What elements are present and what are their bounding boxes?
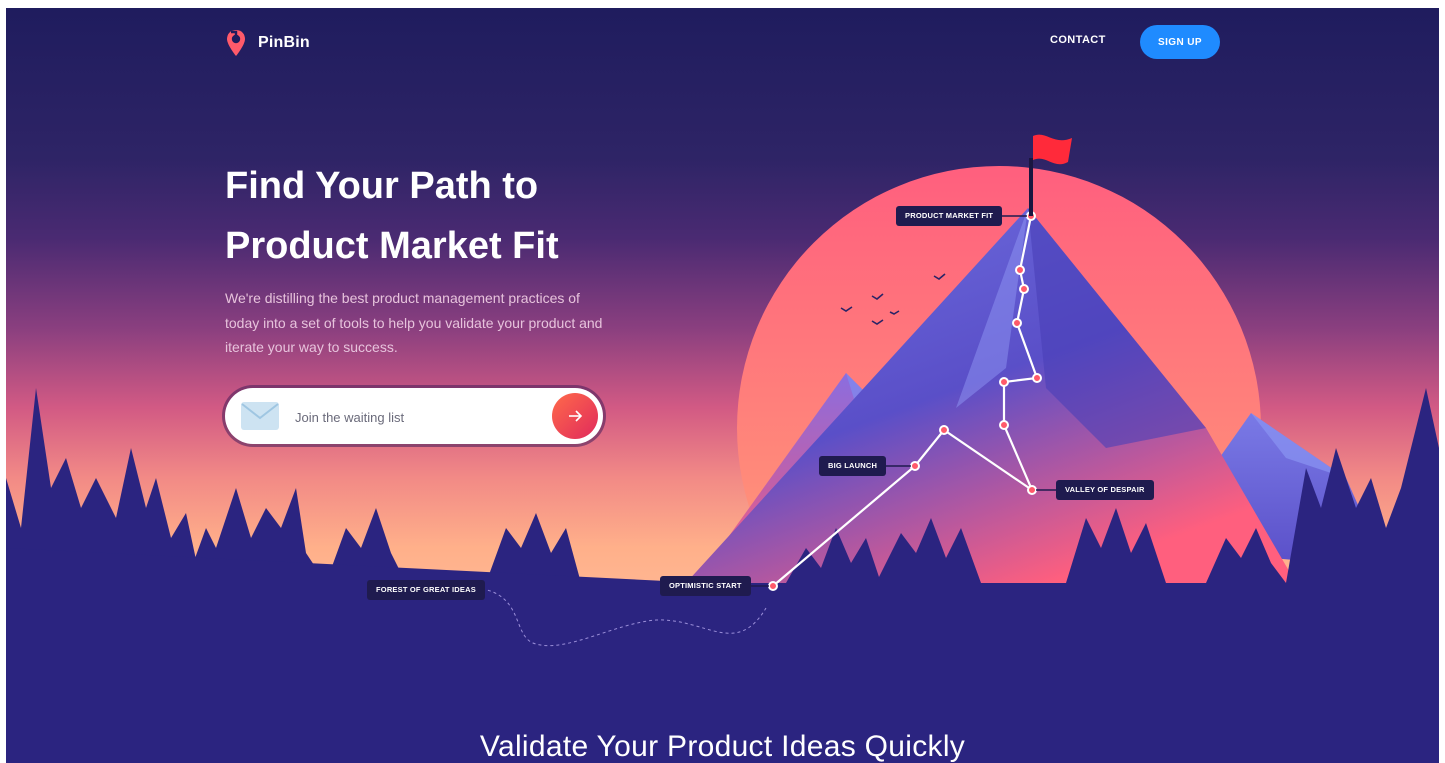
hero-title-line1: Find Your Path to (225, 165, 539, 207)
mountain-illustration (6, 134, 1439, 763)
brand-name: PinBin (258, 34, 310, 51)
mail-icon (241, 402, 279, 430)
label-valley-of-despair: VALLEY OF DESPAIR (1056, 480, 1154, 500)
signup-button[interactable]: SIGN UP (1140, 25, 1220, 59)
label-big-launch: BIG LAUNCH (819, 456, 887, 476)
brand-logo[interactable]: PinBin (224, 28, 310, 58)
hero-title: Find Your Path to Product Market Fit (225, 156, 645, 276)
label-product-market-fit: PRODUCT MARKET FIT (896, 206, 1003, 226)
pin-logo-icon (227, 30, 245, 56)
email-input[interactable] (293, 402, 537, 432)
contact-link[interactable]: CONTACT (1050, 34, 1106, 46)
hero-title-line2: Product Market Fit (225, 225, 559, 267)
label-forest-of-great-ideas: FOREST OF GREAT IDEAS (367, 580, 485, 600)
submit-button[interactable] (552, 393, 598, 439)
label-optimistic-start: OPTIMISTIC START (660, 576, 751, 596)
page-frame: PinBin CONTACT SIGN UP Find Your Path to… (6, 8, 1439, 763)
waitlist-form (225, 388, 603, 444)
section-title: Validate Your Product Ideas Quickly (479, 730, 966, 763)
arrow-right-icon (569, 410, 583, 422)
hero-description: We're distilling the best product manage… (225, 290, 603, 355)
